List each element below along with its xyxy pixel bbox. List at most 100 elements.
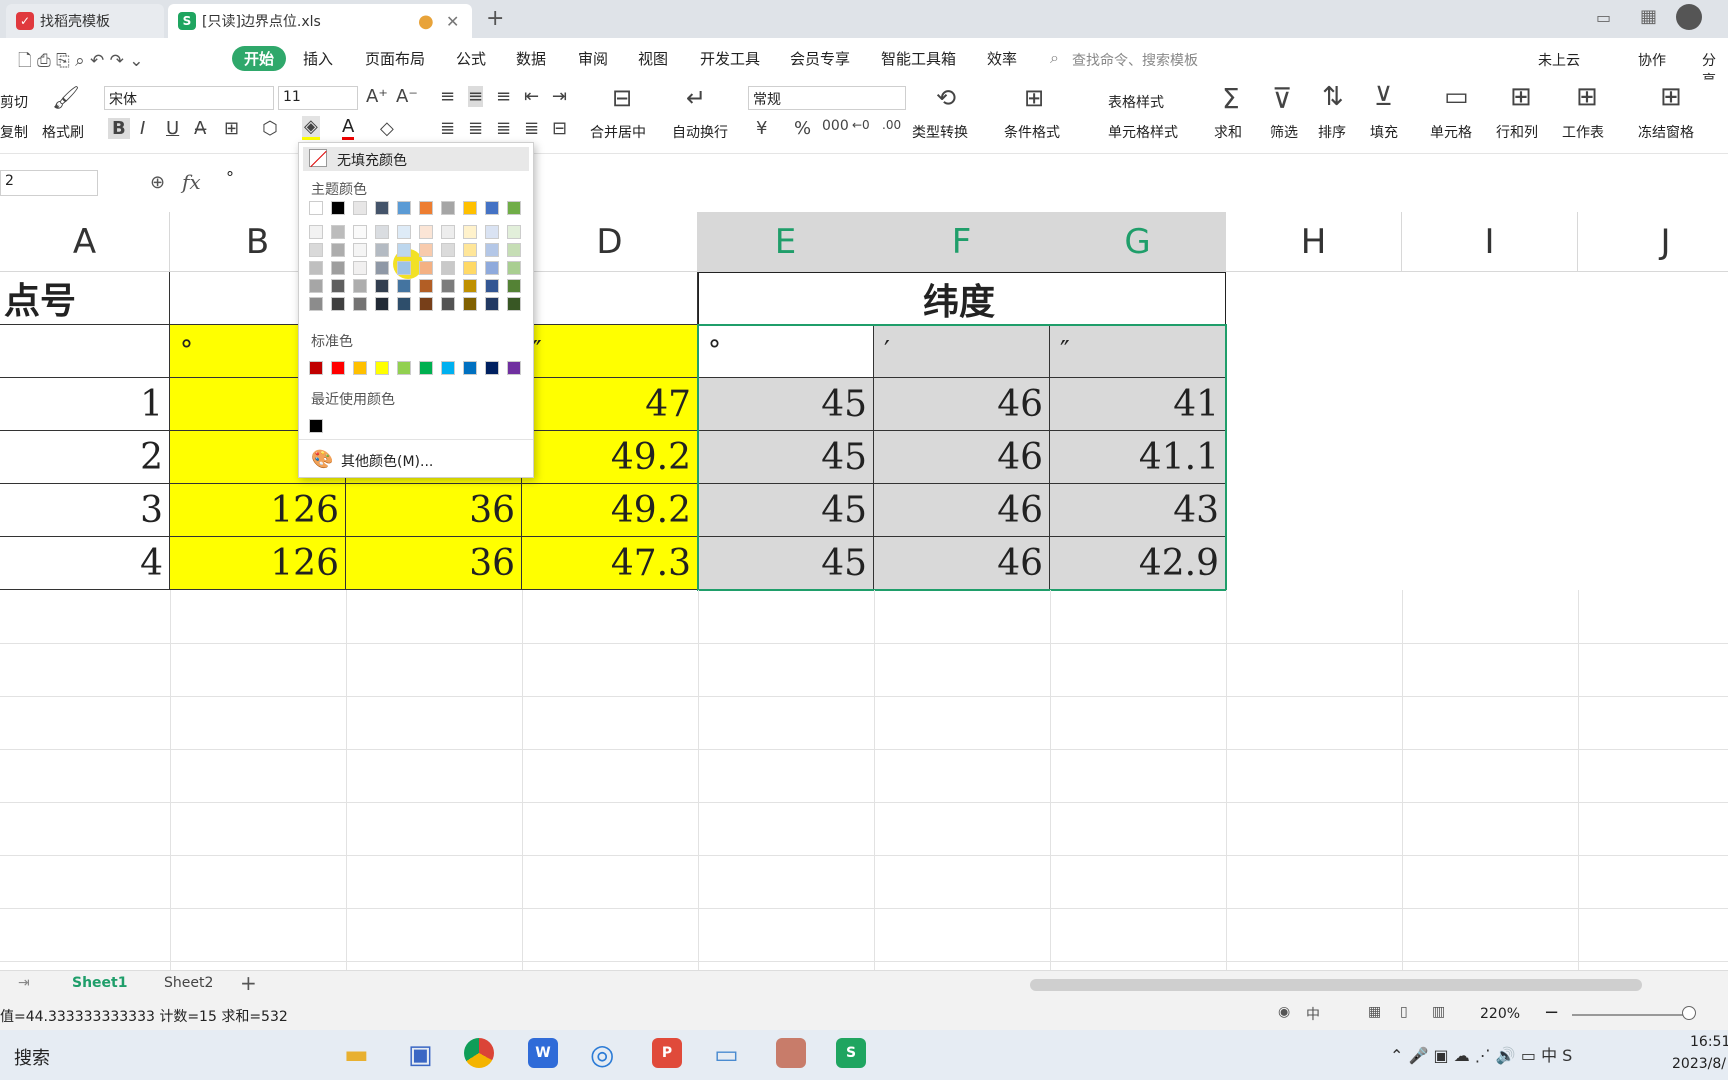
wps-writer-icon[interactable]: W	[528, 1038, 558, 1068]
justify-icon[interactable]: ≣	[524, 118, 539, 139]
cell-b6[interactable]: 126	[170, 537, 346, 590]
name-box[interactable]: 2	[0, 170, 98, 196]
wps-pdf-icon[interactable]: P	[652, 1038, 682, 1068]
theme-shade-swatch[interactable]	[441, 243, 455, 257]
menu-efficiency[interactable]: 效率	[987, 48, 1017, 69]
window-layout-icon[interactable]: ▭	[1596, 8, 1611, 27]
theme-swatch[interactable]	[441, 201, 455, 215]
theme-shade-swatch[interactable]	[375, 225, 389, 239]
cell-button[interactable]: 单元格	[1430, 122, 1472, 142]
cell-e3[interactable]: 45	[698, 378, 874, 431]
menu-data[interactable]: 数据	[516, 48, 546, 69]
theme-swatch[interactable]	[353, 201, 367, 215]
zoom-formula-icon[interactable]: ⊕	[150, 172, 165, 193]
theme-shade-swatch[interactable]	[419, 225, 433, 239]
new-tab-icon[interactable]: +	[486, 6, 504, 31]
theme-shade-swatch[interactable]	[485, 243, 499, 257]
align-left-icon[interactable]: ≣	[440, 118, 455, 139]
formula-input[interactable]: °	[226, 168, 234, 187]
fill-button[interactable]: 填充	[1370, 122, 1398, 142]
standard-swatch[interactable]	[463, 361, 477, 375]
network-icon[interactable]: ▣	[408, 1040, 433, 1070]
theme-shade-swatch[interactable]	[463, 225, 477, 239]
theme-shade-swatch[interactable]	[309, 297, 323, 311]
cell-g6[interactable]: 42.9	[1050, 537, 1226, 590]
col-header-f[interactable]: F	[874, 212, 1050, 272]
percent-icon[interactable]: %	[794, 118, 811, 139]
freeze-panes-button[interactable]: 冻结窗格	[1638, 122, 1694, 142]
standard-swatch[interactable]	[485, 361, 499, 375]
col-header-h[interactable]: H	[1226, 212, 1402, 272]
add-sheet-icon[interactable]: +	[240, 971, 257, 995]
cell-style-button[interactable]: 单元格样式	[1084, 122, 1178, 142]
no-fill-option[interactable]: 无填充颜色	[303, 147, 529, 171]
inc-decimal-icon[interactable]: ←0	[852, 118, 870, 132]
currency-icon[interactable]: ¥	[756, 118, 767, 139]
cell-g3[interactable]: 41	[1050, 378, 1226, 431]
theme-shade-swatch[interactable]	[331, 279, 345, 293]
cell-g-unit[interactable]: ″	[1050, 325, 1226, 378]
zoom-slider[interactable]	[1572, 1014, 1692, 1016]
cell-f4[interactable]: 46	[874, 431, 1050, 484]
theme-shade-swatch[interactable]	[397, 225, 411, 239]
theme-shade-swatch[interactable]	[375, 243, 389, 257]
menu-view[interactable]: 视图	[638, 48, 668, 69]
theme-shade-swatch[interactable]	[441, 225, 455, 239]
theme-shade-swatch[interactable]	[331, 225, 345, 239]
zoom-level[interactable]: 220%	[1480, 1006, 1520, 1022]
standard-swatch[interactable]	[397, 361, 411, 375]
cell-d-unit[interactable]: ″	[522, 325, 698, 378]
align-bottom-icon[interactable]: ≡	[496, 86, 511, 107]
cell-e5[interactable]: 45	[698, 484, 874, 537]
menu-smart-tools[interactable]: 智能工具箱	[881, 48, 956, 69]
bold-icon[interactable]: B	[108, 118, 130, 139]
page-layout-icon[interactable]: ▯	[1400, 1004, 1408, 1020]
theme-shade-swatch[interactable]	[331, 261, 345, 275]
zoom-out-icon[interactable]: −	[1544, 1002, 1559, 1023]
theme-shade-swatch[interactable]	[507, 261, 521, 275]
borders-icon[interactable]: ⊞	[224, 118, 239, 139]
strikethrough-icon[interactable]: A̶	[194, 118, 206, 139]
cell-d5[interactable]: 49.2	[522, 484, 698, 537]
col-header-a[interactable]: A	[0, 212, 170, 272]
theme-shade-swatch[interactable]	[309, 225, 323, 239]
decrease-font-icon[interactable]: A⁻	[396, 86, 418, 107]
input-mode-icon[interactable]: 中	[1306, 1004, 1320, 1024]
theme-shade-swatch[interactable]	[441, 279, 455, 293]
col-header-d[interactable]: D	[522, 212, 698, 272]
menu-insert[interactable]: 插入	[303, 48, 333, 69]
sheet-nav-icon[interactable]: ⇥	[18, 975, 30, 991]
align-middle-icon[interactable]: ≡	[468, 86, 484, 107]
align-top-icon[interactable]: ≡	[440, 86, 455, 107]
cell-f-unit[interactable]: ′	[874, 325, 1050, 378]
theme-shade-swatch[interactable]	[309, 279, 323, 293]
theme-shade-swatch[interactable]	[463, 279, 477, 293]
theme-shade-swatch[interactable]	[419, 279, 433, 293]
theme-shade-swatch[interactable]	[485, 297, 499, 311]
menu-review[interactable]: 审阅	[578, 48, 608, 69]
command-search-input[interactable]: 查找命令、搜索模板	[1072, 50, 1198, 70]
theme-swatch[interactable]	[375, 201, 389, 215]
tray-icons[interactable]: ⌃ 🎤 ▣ ☁ ⋰ 🔊 ▭ 中 S	[1390, 1042, 1572, 1066]
theme-shade-swatch[interactable]	[507, 243, 521, 257]
chrome-icon[interactable]	[464, 1038, 494, 1068]
cell-lat-header[interactable]: 纬度	[698, 272, 1226, 325]
horizontal-scrollbar[interactable]	[1030, 979, 1642, 991]
theme-shade-swatch[interactable]	[441, 297, 455, 311]
underline-icon[interactable]: U	[166, 118, 179, 139]
theme-shade-swatch[interactable]	[353, 279, 367, 293]
theme-shade-swatch[interactable]	[331, 243, 345, 257]
theme-shade-swatch[interactable]	[375, 261, 389, 275]
sheet-tab-2[interactable]: Sheet2	[164, 975, 213, 991]
standard-swatch[interactable]	[309, 361, 323, 375]
standard-swatch[interactable]	[353, 361, 367, 375]
theme-shade-swatch[interactable]	[507, 225, 521, 239]
eye-icon[interactable]: ◉	[1278, 1004, 1290, 1020]
tab-workbook[interactable]: S [只读]边界点位.xls ● ✕	[168, 4, 472, 38]
theme-shade-swatch[interactable]	[309, 261, 323, 275]
font-color-icon[interactable]: A	[342, 116, 355, 140]
page-break-icon[interactable]: ▥	[1432, 1004, 1445, 1020]
theme-shade-swatch[interactable]	[485, 261, 499, 275]
standard-swatch[interactable]	[507, 361, 521, 375]
cell-c6[interactable]: 36	[346, 537, 522, 590]
